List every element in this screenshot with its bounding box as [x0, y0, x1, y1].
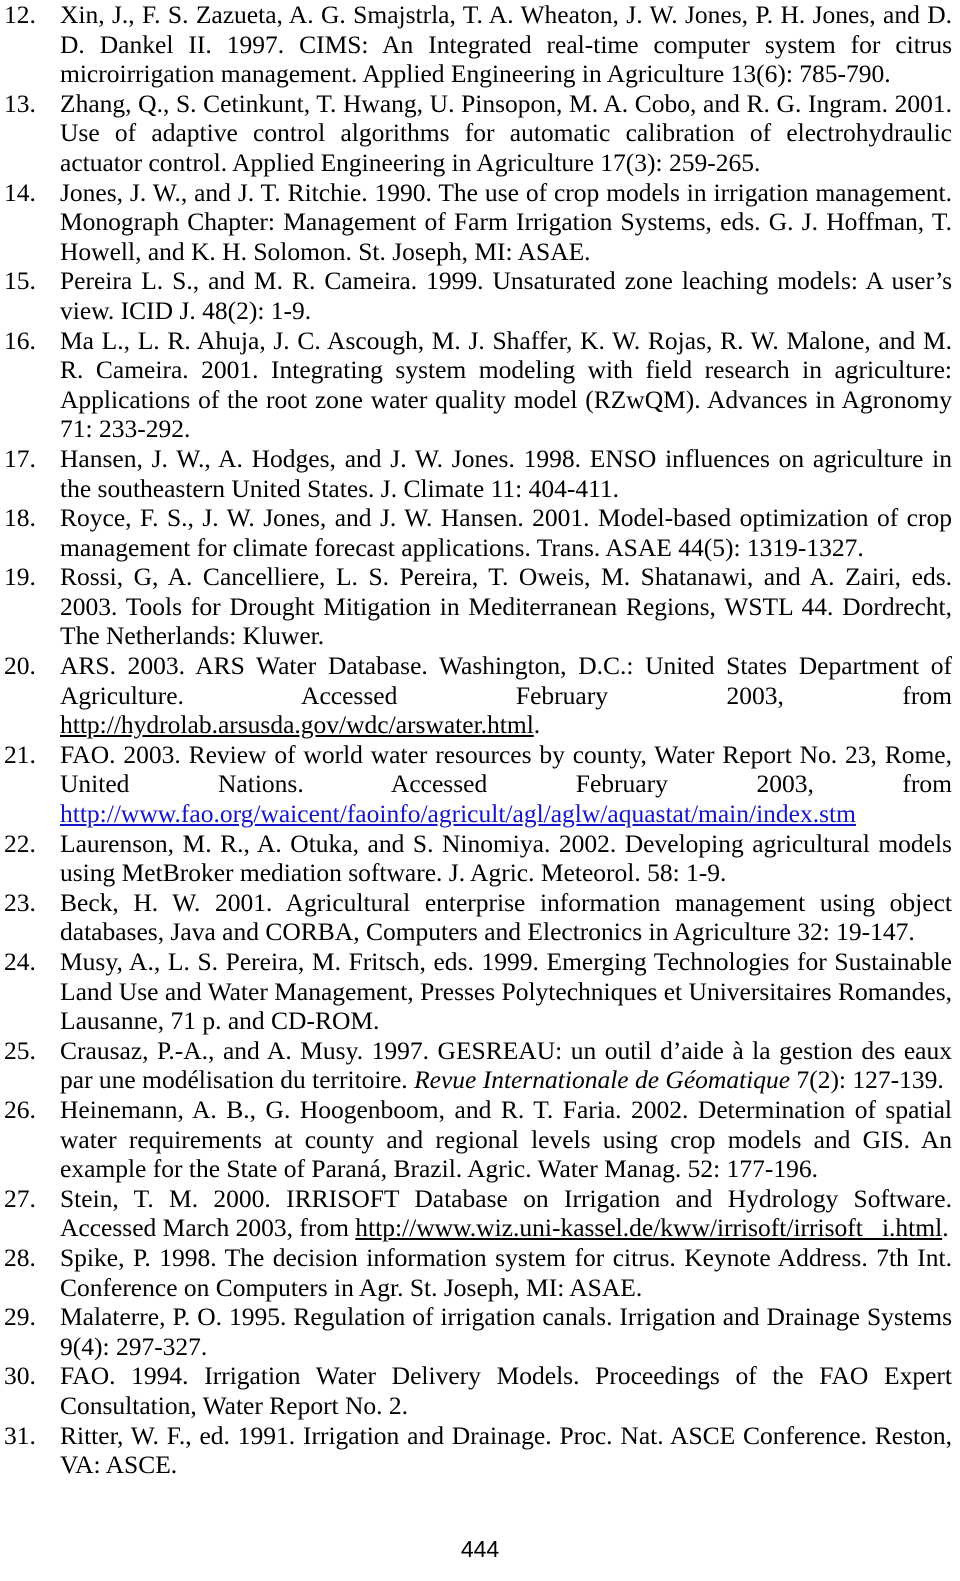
reference-text-after-italic: 7(2): 127-139.: [790, 1065, 944, 1095]
reference-text: Spike, P. 1998. The decision information…: [60, 1242, 952, 1302]
reference-text: FAO. 2003. Review of world water resourc…: [60, 740, 952, 829]
reference-text: Hansen, J. W., A. Hodges, and J. W. Jone…: [60, 443, 952, 503]
reference-entry-17: 17. Hansen, J. W., A. Hodges, and J. W. …: [4, 444, 952, 503]
reference-number: 14.: [4, 177, 36, 207]
reference-number: 25.: [4, 1035, 36, 1065]
reference-text: Zhang, Q., S. Cetinkunt, T. Hwang, U. Pi…: [60, 88, 952, 177]
reference-text: Royce, F. S., J. W. Jones, and J. W. Han…: [60, 503, 952, 562]
reference-text: Rossi, G, A. Cancelliere, L. S. Pereira,…: [60, 562, 952, 651]
reference-text: Ma L., L. R. Ahuja, J. C. Ascough, M. J.…: [60, 325, 952, 444]
reference-text: Xin, J., F. S. Zazueta, A. G. Smajstrla,…: [60, 0, 952, 89]
reference-journal-title: Revue Internationale de Géomatique: [414, 1065, 791, 1095]
reference-number: 27.: [4, 1183, 36, 1213]
reference-url-link[interactable]: http://www.wiz.uni-kassel.de/kww/irrisof…: [355, 1213, 942, 1242]
reference-text: Crausaz, P.-A., and A. Musy. 1997. GESRE…: [60, 1036, 952, 1095]
reference-text: Beck, H. W. 2001. Agricultural enterpris…: [60, 887, 952, 947]
reference-entry-18: 18. Royce, F. S., J. W. Jones, and J. W.…: [4, 503, 952, 562]
reference-entry-31: 31. Ritter, W. F., ed. 1991. Irrigation …: [4, 1421, 952, 1480]
reference-entry-23: 23. Beck, H. W. 2001. Agricultural enter…: [4, 888, 952, 947]
reference-number: 23.: [4, 887, 36, 917]
reference-number: 21.: [4, 739, 36, 769]
reference-number: 24.: [4, 947, 36, 976]
reference-entry-27: 27. Stein, T. M. 2000. IRRISOFT Database…: [4, 1184, 952, 1243]
reference-text: ARS. 2003. ARS Water Database. Washingto…: [60, 651, 952, 740]
reference-text-after-link: .: [942, 1213, 949, 1243]
reference-entry-28: 28. Spike, P. 1998. The decision informa…: [4, 1243, 952, 1302]
reference-text: Musy, A., L. S. Pereira, M. Fritsch, eds…: [60, 947, 952, 1036]
reference-entry-30: 30. FAO. 1994. Irrigation Water Delivery…: [4, 1361, 952, 1420]
reference-number: 30.: [4, 1361, 36, 1391]
reference-text: FAO. 1994. Irrigation Water Delivery Mod…: [60, 1361, 952, 1420]
reference-entry-20: 20. ARS. 2003. ARS Water Database. Washi…: [4, 651, 952, 740]
reference-entry-21: 21. FAO. 2003. Review of world water res…: [4, 740, 952, 829]
reference-number: 29.: [4, 1302, 36, 1332]
reference-text: Malaterre, P. O. 1995. Regulation of irr…: [60, 1302, 952, 1361]
reference-entry-16: 16. Ma L., L. R. Ahuja, J. C. Ascough, M…: [4, 326, 952, 444]
reference-number: 16.: [4, 325, 36, 355]
reference-entry-26: 26. Heinemann, A. B., G. Hoogenboom, and…: [4, 1095, 952, 1184]
reference-number: 22.: [4, 828, 36, 858]
reference-entry-29: 29. Malaterre, P. O. 1995. Regulation of…: [4, 1302, 952, 1361]
reference-entry-19: 19. Rossi, G, A. Cancelliere, L. S. Pere…: [4, 562, 952, 651]
reference-text-after-link: .: [533, 710, 541, 740]
reference-number: 31.: [4, 1420, 36, 1450]
reference-entry-15: 15. Pereira L. S., and M. R. Cameira. 19…: [4, 266, 952, 325]
reference-text-before-link: FAO. 2003. Review of world water resourc…: [60, 739, 952, 799]
references-list: 12. Xin, J., F. S. Zazueta, A. G. Smajst…: [4, 0, 952, 1480]
reference-number: 26.: [4, 1094, 36, 1124]
reference-text: Pereira L. S., and M. R. Cameira. 1999. …: [60, 266, 952, 325]
reference-number: 20.: [4, 651, 36, 681]
reference-url-link[interactable]: http://www.fao.org/waicent/faoinfo/agric…: [60, 799, 856, 828]
reference-entry-24: 24. Musy, A., L. S. Pereira, M. Fritsch,…: [4, 947, 952, 1036]
page-number: 444: [460, 1536, 500, 1562]
reference-text: Ritter, W. F., ed. 1991. Irrigation and …: [60, 1420, 952, 1480]
reference-entry-25: 25. Crausaz, P.-A., and A. Musy. 1997. G…: [4, 1036, 952, 1095]
reference-entry-12: 12. Xin, J., F. S. Zazueta, A. G. Smajst…: [4, 0, 952, 89]
reference-number: 19.: [4, 562, 36, 592]
reference-number: 12.: [4, 0, 36, 29]
reference-number: 13.: [4, 88, 36, 118]
reference-entry-22: 22. Laurenson, M. R., A. Otuka, and S. N…: [4, 829, 952, 888]
reference-text-before-link: ARS. 2003. ARS Water Database. Washingto…: [60, 651, 952, 710]
reference-text: Jones, J. W., and J. T. Ritchie. 1990. T…: [60, 177, 952, 266]
document-page: 12. Xin, J., F. S. Zazueta, A. G. Smajst…: [0, 0, 960, 1581]
reference-number: 15.: [4, 266, 36, 296]
reference-entry-14: 14. Jones, J. W., and J. T. Ritchie. 199…: [4, 178, 952, 267]
reference-url-link[interactable]: http://hydrolab.arsusda.gov/wdc/arswater…: [60, 710, 534, 739]
reference-text: Stein, T. M. 2000. IRRISOFT Database on …: [60, 1184, 952, 1243]
reference-number: 28.: [4, 1242, 36, 1272]
reference-entry-13: 13. Zhang, Q., S. Cetinkunt, T. Hwang, U…: [4, 89, 952, 178]
reference-text: Laurenson, M. R., A. Otuka, and S. Ninom…: [60, 828, 952, 888]
reference-number: 17.: [4, 443, 36, 473]
reference-text: Heinemann, A. B., G. Hoogenboom, and R. …: [60, 1094, 952, 1184]
reference-number: 18.: [4, 503, 36, 533]
